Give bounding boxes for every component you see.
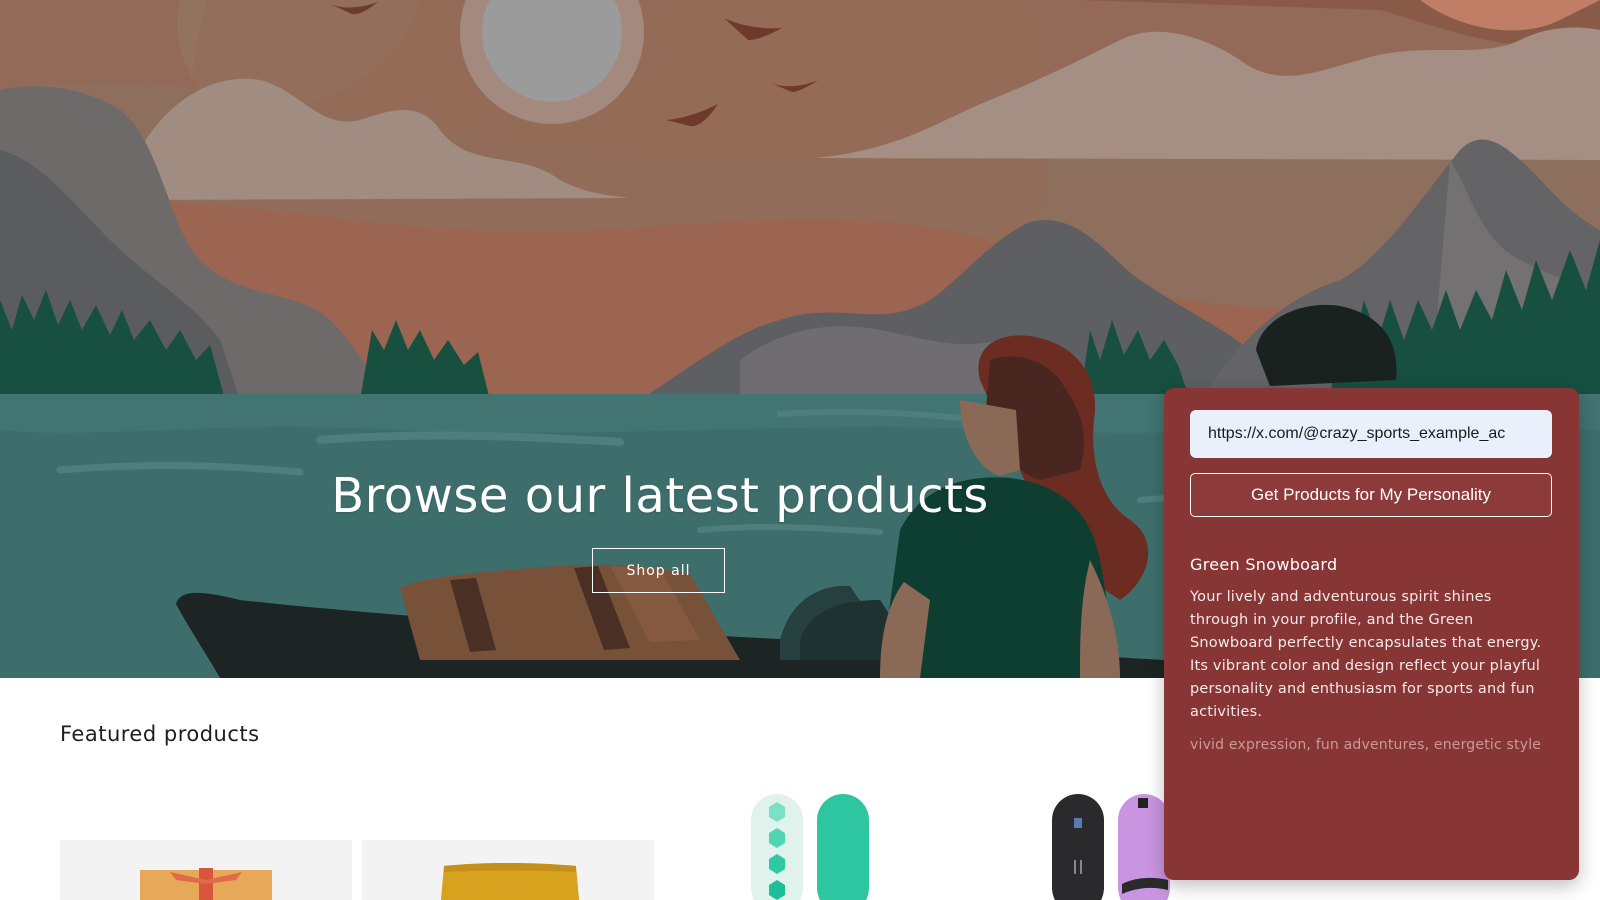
product-card-gift[interactable] <box>60 840 352 900</box>
wax-bar-card-image <box>440 863 580 900</box>
personality-tags: vivid expression, fun adventures, energe… <box>1190 737 1542 753</box>
hero-title: Browse our latest products <box>331 468 989 524</box>
recommendation-description: Your lively and adventurous spirit shine… <box>1190 589 1542 720</box>
personality-recommendation-panel: Get Products for My Personality Green Sn… <box>1164 388 1579 880</box>
green-snowboard-image <box>751 794 869 900</box>
black-purple-snowboard-image <box>1052 794 1170 900</box>
get-products-button[interactable]: Get Products for My Personality <box>1190 473 1552 517</box>
product-card-black-purple-snowboard[interactable] <box>1050 790 1170 900</box>
product-card-wax[interactable] <box>362 840 654 900</box>
profile-url-input[interactable] <box>1190 410 1552 458</box>
product-card-green-snowboard[interactable] <box>745 790 885 900</box>
recommended-product-name: Green Snowboard <box>1190 555 1338 574</box>
gift-box-card-image <box>140 868 272 900</box>
featured-products-heading: Featured products <box>60 722 260 746</box>
shop-all-button[interactable]: Shop all <box>592 548 725 593</box>
